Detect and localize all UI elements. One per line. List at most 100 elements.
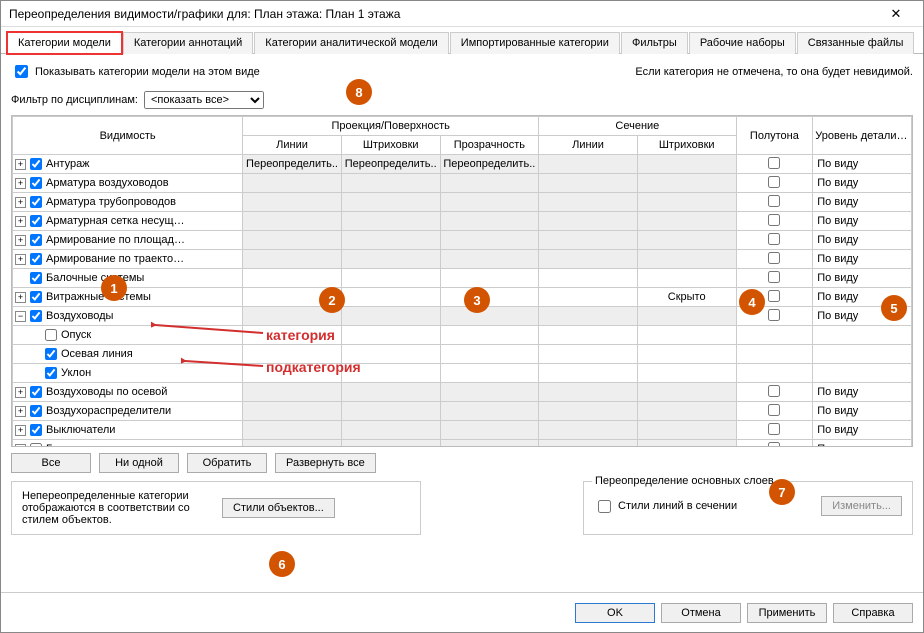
expand-icon[interactable]: + (15, 235, 26, 246)
halftone-checkbox[interactable] (768, 195, 780, 207)
expand-icon[interactable]: + (15, 159, 26, 170)
visibility-checkbox[interactable] (30, 215, 42, 227)
halftone-checkbox[interactable] (768, 176, 780, 188)
proj-patterns-cell[interactable]: Переопределить.. (341, 155, 440, 174)
proj-transparency-cell[interactable] (440, 326, 539, 345)
halftone-checkbox[interactable] (768, 404, 780, 416)
proj-lines-cell[interactable] (243, 307, 342, 326)
proj-lines-cell[interactable] (243, 364, 342, 383)
detail-level-cell[interactable]: По виду (813, 421, 912, 440)
cut-lines-cell[interactable] (539, 174, 638, 193)
proj-transparency-cell[interactable] (440, 421, 539, 440)
proj-lines-cell[interactable] (243, 421, 342, 440)
proj-transparency-cell[interactable] (440, 193, 539, 212)
proj-patterns-cell[interactable] (341, 288, 440, 307)
visibility-checkbox[interactable] (30, 310, 42, 322)
proj-patterns-cell[interactable] (341, 345, 440, 364)
proj-patterns-cell[interactable] (341, 326, 440, 345)
proj-lines-cell[interactable]: Переопределить.. (243, 155, 342, 174)
cut-patterns-cell[interactable] (637, 345, 736, 364)
cut-patterns-cell[interactable] (637, 193, 736, 212)
visibility-checkbox[interactable] (30, 405, 42, 417)
cut-patterns-cell[interactable] (637, 269, 736, 288)
cut-line-styles-checkbox[interactable]: Стили линий в сечении (594, 497, 737, 516)
proj-lines-cell[interactable] (243, 250, 342, 269)
cut-lines-cell[interactable] (539, 288, 638, 307)
detail-level-cell[interactable]: По виду (813, 269, 912, 288)
detail-level-cell[interactable]: По виду (813, 174, 912, 193)
none-button[interactable]: Ни одной (99, 453, 179, 473)
detail-level-cell[interactable]: По виду (813, 440, 912, 447)
proj-patterns-cell[interactable] (341, 383, 440, 402)
tab-imported-categories[interactable]: Импортированные категории (450, 32, 620, 54)
proj-transparency-cell[interactable] (440, 288, 539, 307)
cut-lines-cell[interactable] (539, 364, 638, 383)
proj-transparency-cell[interactable] (440, 383, 539, 402)
proj-lines-cell[interactable] (243, 383, 342, 402)
tab-filters[interactable]: Фильтры (621, 32, 688, 54)
expand-icon[interactable]: + (15, 254, 26, 265)
expand-icon[interactable]: + (15, 444, 26, 447)
cut-lines-cell[interactable] (539, 307, 638, 326)
grid-scroll[interactable]: Видимость Проекция/Поверхность Сечение П… (12, 116, 912, 446)
proj-patterns-cell[interactable] (341, 193, 440, 212)
cut-lines-cell[interactable] (539, 212, 638, 231)
proj-transparency-cell[interactable] (440, 402, 539, 421)
proj-transparency-cell[interactable]: Переопределить.. (440, 155, 539, 174)
cut-patterns-cell[interactable] (637, 307, 736, 326)
cut-lines-cell[interactable] (539, 231, 638, 250)
detail-level-cell[interactable]: По виду (813, 288, 912, 307)
proj-lines-cell[interactable] (243, 288, 342, 307)
help-button[interactable]: Справка (833, 603, 913, 623)
halftone-checkbox[interactable] (768, 423, 780, 435)
cut-lines-cell[interactable] (539, 345, 638, 364)
proj-lines-cell[interactable] (243, 193, 342, 212)
cut-lines-cell[interactable] (539, 193, 638, 212)
proj-patterns-cell[interactable] (341, 231, 440, 250)
detail-level-cell[interactable]: По виду (813, 250, 912, 269)
proj-transparency-cell[interactable] (440, 250, 539, 269)
halftone-checkbox[interactable] (768, 252, 780, 264)
tab-worksets[interactable]: Рабочие наборы (689, 32, 796, 54)
proj-transparency-cell[interactable] (440, 440, 539, 447)
expand-icon[interactable]: + (15, 406, 26, 417)
proj-patterns-cell[interactable] (341, 212, 440, 231)
proj-patterns-cell[interactable] (341, 174, 440, 193)
proj-transparency-cell[interactable] (440, 345, 539, 364)
ok-button[interactable]: OK (575, 603, 655, 623)
halftone-checkbox[interactable] (768, 385, 780, 397)
cut-line-styles-input[interactable] (598, 500, 611, 513)
visibility-checkbox[interactable] (30, 196, 42, 208)
visibility-checkbox[interactable] (30, 386, 42, 398)
proj-transparency-cell[interactable] (440, 231, 539, 250)
visibility-checkbox[interactable] (30, 234, 42, 246)
modify-button[interactable]: Изменить... (821, 496, 902, 516)
tab-model-categories[interactable]: Категории модели (7, 32, 122, 54)
detail-level-cell[interactable]: По виду (813, 402, 912, 421)
halftone-checkbox[interactable] (768, 233, 780, 245)
cut-patterns-cell[interactable] (637, 383, 736, 402)
proj-lines-cell[interactable] (243, 231, 342, 250)
cut-patterns-cell[interactable] (637, 440, 736, 447)
tab-annotation-categories[interactable]: Категории аннотаций (123, 32, 253, 54)
cut-lines-cell[interactable] (539, 155, 638, 174)
detail-level-cell[interactable] (813, 345, 912, 364)
cut-patterns-cell[interactable]: Скрыто (637, 288, 736, 307)
cut-lines-cell[interactable] (539, 402, 638, 421)
proj-patterns-cell[interactable] (341, 269, 440, 288)
halftone-checkbox[interactable] (768, 442, 780, 447)
expand-icon[interactable]: + (15, 292, 26, 303)
detail-level-cell[interactable]: По виду (813, 307, 912, 326)
visibility-checkbox[interactable] (30, 158, 42, 170)
cut-patterns-cell[interactable] (637, 421, 736, 440)
proj-transparency-cell[interactable] (440, 269, 539, 288)
cut-patterns-cell[interactable] (637, 212, 736, 231)
object-styles-button[interactable]: Стили объектов... (222, 498, 335, 518)
expand-icon[interactable]: + (15, 387, 26, 398)
detail-level-cell[interactable] (813, 326, 912, 345)
cut-patterns-cell[interactable] (637, 155, 736, 174)
close-icon[interactable]: ✕ (877, 3, 915, 25)
halftone-checkbox[interactable] (768, 290, 780, 302)
cut-patterns-cell[interactable] (637, 250, 736, 269)
visibility-checkbox[interactable] (30, 177, 42, 189)
